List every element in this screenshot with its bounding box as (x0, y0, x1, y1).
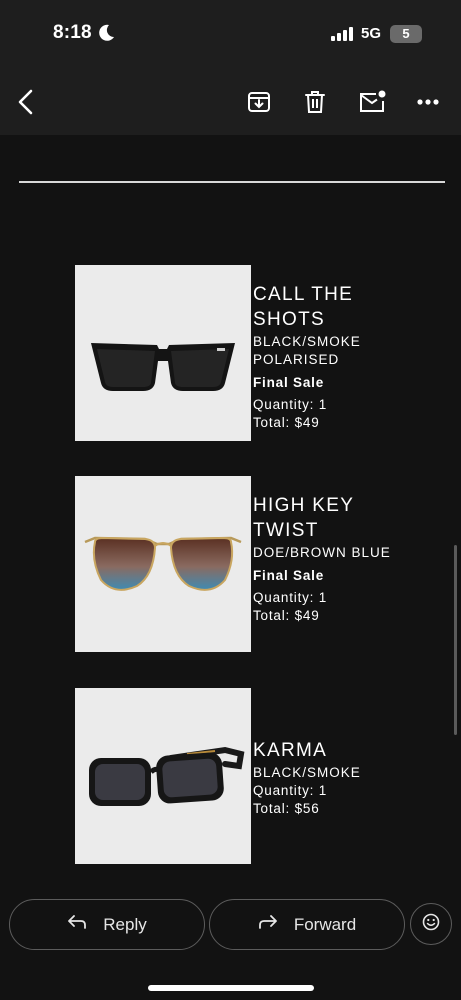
reply-button[interactable]: Reply (9, 899, 205, 950)
product-total: Total: $49 (253, 608, 320, 623)
reply-label: Reply (103, 914, 147, 934)
product-variant: BLACK/SMOKE (253, 765, 361, 780)
product-details: KARMA BLACK/SMOKE Quantity: 1 Total: $56 (253, 738, 393, 818)
back-arrow-icon[interactable] (10, 86, 42, 118)
cellular-signal-icon (331, 27, 355, 46)
product-details: HIGH KEY TWIST DOE/BROWN BLUE Final Sale… (253, 493, 393, 625)
final-sale-label: Final Sale (253, 568, 325, 583)
product-variant: BLACK/SMOKE POLARISED (253, 334, 361, 367)
product-quantity: Quantity: 1 (253, 783, 328, 798)
home-indicator[interactable] (148, 985, 314, 991)
network-label: 5G (361, 25, 382, 42)
product-image[interactable] (75, 688, 251, 864)
product-quantity: Quantity: 1 (253, 590, 328, 605)
forward-label: Forward (293, 914, 357, 934)
product-name: HIGH KEY TWIST (253, 495, 354, 541)
product-item: KARMA BLACK/SMOKE Quantity: 1 Total: $56 (75, 688, 395, 864)
email-toolbar (0, 70, 461, 135)
scrollbar[interactable] (454, 545, 457, 735)
smiley-icon (422, 913, 440, 936)
product-quantity: Quantity: 1 (253, 397, 328, 412)
forward-icon (258, 915, 278, 934)
battery-icon: 5 (390, 25, 422, 43)
mark-unread-icon[interactable] (356, 86, 388, 118)
archive-icon[interactable] (243, 86, 275, 118)
emoji-reaction-button[interactable] (410, 903, 452, 945)
product-image[interactable] (75, 265, 251, 441)
product-details: CALL THE SHOTS BLACK/SMOKE POLARISED Fin… (253, 282, 393, 432)
product-item: HIGH KEY TWIST DOE/BROWN BLUE Final Sale… (75, 476, 395, 652)
reply-icon (67, 915, 87, 934)
trash-icon[interactable] (299, 86, 331, 118)
product-total: Total: $56 (253, 801, 320, 816)
status-bar: 8:18 5G 5 (0, 0, 461, 70)
product-image[interactable] (75, 476, 251, 652)
moon-icon (99, 24, 115, 47)
product-name: CALL THE SHOTS (253, 284, 354, 330)
more-icon[interactable] (412, 86, 444, 118)
forward-button[interactable]: Forward (209, 899, 405, 950)
final-sale-label: Final Sale (253, 375, 325, 390)
status-time: 8:18 (53, 22, 92, 43)
product-total: Total: $49 (253, 415, 320, 430)
product-name: KARMA (253, 740, 328, 761)
product-item: CALL THE SHOTS BLACK/SMOKE POLARISED Fin… (75, 265, 395, 441)
product-variant: DOE/BROWN BLUE (253, 545, 391, 560)
email-divider (19, 181, 445, 183)
